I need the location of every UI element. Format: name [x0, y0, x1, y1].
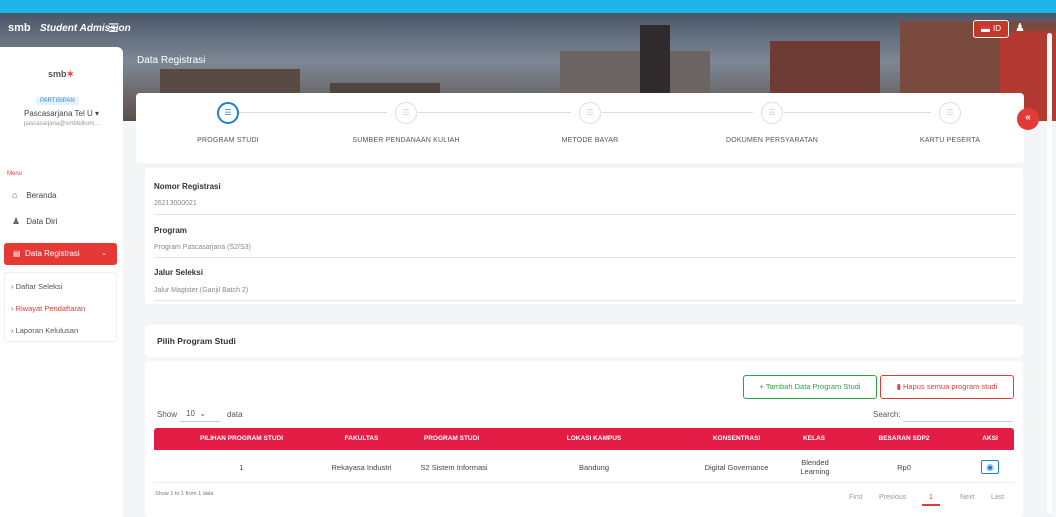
- step-connector: [418, 112, 571, 113]
- cell-pilihan: 1: [239, 462, 244, 472]
- field-value: Jalur Magister (Ganjil Batch 2): [154, 287, 249, 294]
- view-eye-icon[interactable]: ◉: [981, 460, 999, 474]
- sidebar-item-label: Data Registrasi: [25, 249, 80, 258]
- registration-info-card: Nomor Registrasi 26213000021 Program Pro…: [145, 168, 1023, 304]
- step-connector: [602, 112, 753, 113]
- collapse-panel-button[interactable]: «: [1017, 108, 1039, 130]
- role-badge: PARTISIPAN: [36, 97, 79, 105]
- cell-konsentrasi: Digital Governance: [704, 462, 769, 472]
- step-metode-bayar-icon[interactable]: ☰: [579, 102, 601, 124]
- section-title: Pilih Program Studi: [157, 336, 236, 346]
- cell-fakultas: Rekayasa Industri: [331, 462, 392, 472]
- column-header[interactable]: LOKASI KAMPUS: [504, 428, 684, 450]
- table-info: Show 1 to 1 from 1 data: [155, 491, 214, 497]
- data-label: data: [227, 410, 243, 419]
- column-header[interactable]: KONSENTRASI: [674, 428, 799, 450]
- sidebar-item-label: Beranda: [26, 191, 57, 200]
- submenu-item-riwayat-pendaftaran[interactable]: › Riwayat Pendaftaran: [11, 304, 85, 313]
- chevron-down-icon: ⌄: [101, 250, 107, 257]
- menu-label: Menu: [7, 171, 23, 177]
- sidebar-item-beranda[interactable]: ⌂ Beranda: [12, 190, 56, 200]
- pagination-previous[interactable]: Previous: [879, 494, 906, 501]
- sidebar-logo: smb✶: [48, 69, 75, 79]
- trash-icon: ▮: [896, 382, 901, 391]
- step-program-studi-icon[interactable]: ☰: [217, 102, 239, 124]
- page-size-select[interactable]: 10 ⌄: [180, 406, 220, 422]
- user-name-dropdown[interactable]: Pascasarjana Tel U ▾: [0, 109, 123, 118]
- chevron-down-icon: ⌄: [199, 409, 207, 418]
- scrollbar[interactable]: [1047, 33, 1052, 513]
- sidebar-item-data-registrasi[interactable]: ▤ Data Registrasi ⌄: [4, 243, 117, 265]
- pilih-program-studi-header: Pilih Program Studi: [145, 325, 1023, 357]
- show-label: Show: [157, 410, 178, 419]
- cell-kelas: Blended Learning: [800, 458, 830, 476]
- step-sumber-pendanaan-icon[interactable]: ☰: [395, 102, 417, 124]
- registration-stepper: ☰ ☰ ☰ ☰ ☰ PROGRAM STUDI SUMBER PENDANAAN…: [136, 93, 1024, 163]
- language-switch[interactable]: ID: [973, 20, 1009, 38]
- program-studi-table-card: + Tambah Data Program Studi ▮ Hapus semu…: [145, 361, 1023, 517]
- language-label: ID: [993, 24, 1001, 33]
- step-connector: [784, 112, 931, 113]
- field-value: 26213000021: [154, 200, 197, 207]
- plus-icon: +: [759, 382, 764, 391]
- hamburger-menu-icon[interactable]: ☰: [108, 22, 122, 34]
- cell-sdp2: Rp0: [897, 462, 911, 472]
- home-icon: ⌂: [12, 190, 18, 200]
- sidebar-item-data-diri[interactable]: ♟ Data Diri: [12, 216, 57, 227]
- step-connector: [239, 112, 387, 113]
- delete-all-program-studi-button[interactable]: ▮ Hapus semua program studi: [880, 375, 1014, 399]
- sidebar: smb✶ PARTISIPAN Pascasarjana Tel U ▾ pas…: [0, 47, 123, 517]
- column-header[interactable]: BESARAN SDP2: [844, 428, 964, 450]
- sidebar-submenu: › Daftar Seleksi › Riwayat Pendaftaran ›…: [4, 272, 117, 342]
- step-dokumen-icon[interactable]: ☰: [761, 102, 783, 124]
- step-label: METODE BAYAR: [561, 137, 619, 144]
- column-header[interactable]: PILIHAN PROGRAM STUDI: [154, 428, 329, 450]
- smb-logo[interactable]: smb: [8, 22, 31, 34]
- step-label: KARTU PESERTA: [919, 137, 981, 144]
- person-icon: ♟: [12, 216, 21, 226]
- submenu-item-laporan-kelulusan[interactable]: › Laporan Kelulusan: [11, 326, 78, 335]
- field-label: Jalur Seleksi: [154, 268, 203, 277]
- column-header[interactable]: PROGRAM STUDI: [404, 428, 499, 450]
- cell-aksi: ◉: [966, 451, 1014, 483]
- column-header[interactable]: FAKULTAS: [319, 428, 404, 450]
- pagination-last[interactable]: Last: [991, 494, 1004, 501]
- step-kartu-peserta-icon[interactable]: ☰: [939, 102, 961, 124]
- document-icon: ▤: [13, 249, 21, 258]
- pagination-first[interactable]: First: [849, 494, 863, 501]
- column-header[interactable]: KELAS: [784, 428, 844, 450]
- step-label: PROGRAM STUDI: [197, 137, 259, 144]
- field-value: Program Pascasarjana (S2/S3): [154, 244, 251, 251]
- divider: [154, 300, 1016, 301]
- pagination-page[interactable]: 1: [922, 494, 940, 506]
- pagination-next[interactable]: Next: [960, 494, 974, 501]
- user-email: pascasarjana@smbtelkom...: [23, 121, 100, 127]
- cell-lokasi: Bandung: [578, 462, 610, 472]
- divider: [154, 214, 1016, 215]
- table-row: 1 Rekayasa Industri S2 Sistem Informasi …: [154, 451, 1014, 483]
- cell-program-studi: S2 Sistem Informasi: [420, 462, 488, 472]
- column-header: AKSI: [982, 435, 998, 442]
- submenu-item-daftar-seleksi[interactable]: › Daftar Seleksi: [11, 282, 62, 291]
- divider: [154, 257, 1016, 258]
- user-icon[interactable]: ♟: [1015, 21, 1025, 34]
- step-label: SUMBER PENDANAAN KULIAH: [352, 137, 460, 144]
- field-label: Program: [154, 226, 187, 235]
- top-bar: smb Student Admission ☰ ID ♟: [0, 13, 1056, 49]
- indonesia-flag-icon: [981, 25, 990, 32]
- add-program-studi-button[interactable]: + Tambah Data Program Studi: [743, 375, 877, 399]
- table-header: PILIHAN PROGRAM STUDI FAKULTAS PROGRAM S…: [154, 428, 1014, 450]
- app-frame: smb Student Admission ☰ ID ♟ Data Regist…: [0, 13, 1056, 517]
- step-label: DOKUMEN PERSYARATAN: [725, 137, 819, 144]
- field-label: Nomor Registrasi: [154, 182, 221, 191]
- search-label: Search:: [873, 410, 901, 419]
- page-title: Data Registrasi: [137, 55, 206, 66]
- search-input[interactable]: [903, 406, 1013, 422]
- sidebar-item-label: Data Diri: [26, 217, 58, 226]
